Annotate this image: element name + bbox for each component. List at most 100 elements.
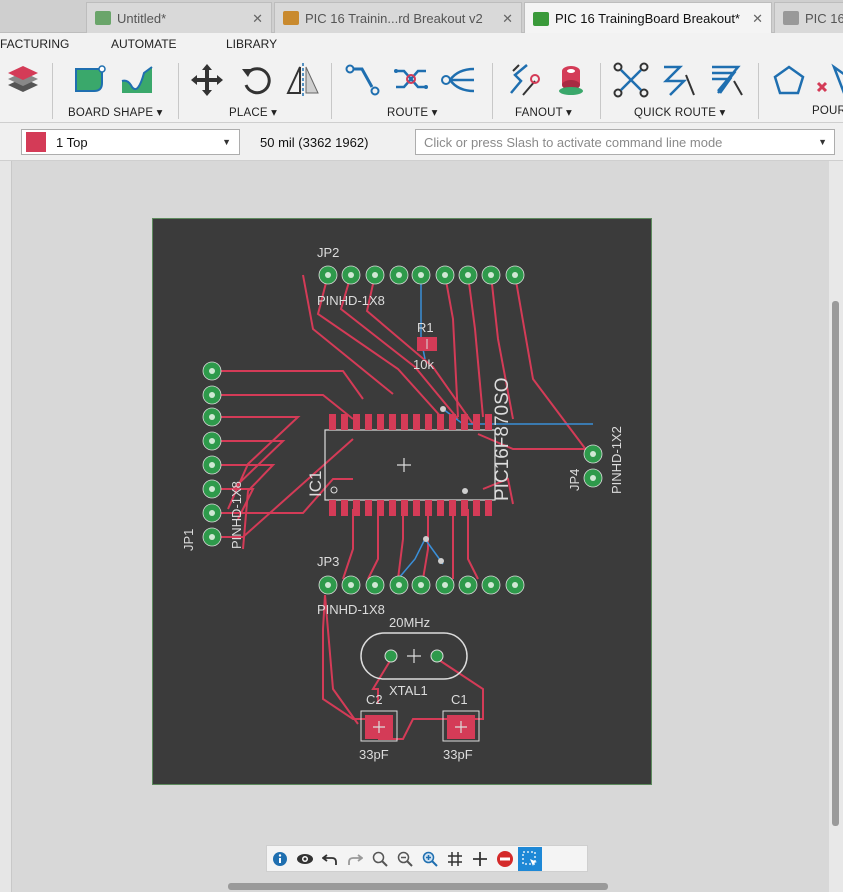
group-quick-route[interactable]: QUICK ROUTE ▾ — [634, 105, 725, 119]
navigation-toolbar — [266, 845, 588, 872]
layer-name: 1 Top — [56, 134, 88, 150]
xtal1-pad[interactable] — [430, 649, 444, 663]
grid-coordinate-readout: 50 mil (3362 1962) — [260, 135, 369, 150]
c1-value-label: 33pF — [443, 747, 473, 762]
toolbar-ribbon: FACTURING AUTOMATE LIBRARY BOARD SHAPE ▾ — [0, 33, 843, 123]
close-icon[interactable]: ✕ — [252, 11, 263, 27]
separator — [52, 63, 53, 119]
jp3-label: JP3 — [317, 554, 339, 569]
xtal1-label: XTAL1 — [389, 683, 428, 698]
xtal1-value-label: 20MHz — [389, 615, 430, 630]
group-place[interactable]: PLACE ▾ — [229, 105, 277, 119]
jp2-pads[interactable] — [318, 265, 525, 285]
separator — [331, 63, 332, 119]
quick-route-airwire-icon[interactable] — [612, 61, 650, 99]
board-canvas[interactable]: JP2 PINHD-1X8 R1 10k JP3 PINHD-1X8 20MHz… — [12, 161, 836, 892]
r1-value-label: 10k — [413, 357, 434, 372]
route-multiple-icon[interactable] — [392, 61, 430, 99]
jp1-part-label: PINHD-1X8 — [229, 481, 244, 549]
jp3-pads[interactable] — [318, 575, 525, 595]
jp4-pads[interactable] — [583, 444, 603, 488]
separator — [178, 63, 179, 119]
board-outline-icon[interactable] — [72, 61, 110, 99]
c1-label: C1 — [451, 692, 468, 707]
route-bus-icon[interactable] — [440, 61, 478, 99]
tab-label: PIC 16 TrainingBoard Breakout* — [555, 11, 740, 26]
mirror-icon[interactable] — [284, 61, 322, 99]
jp3-part-label: PINHD-1X8 — [317, 602, 385, 617]
tab-breakout-v2[interactable]: PIC 16 Trainin...rd Breakout v2 ✕ — [274, 2, 522, 33]
xtal1-pad[interactable] — [384, 649, 398, 663]
tab-label: PIC 16 — [805, 10, 843, 26]
layers-icon[interactable] — [4, 61, 42, 99]
menu-automate[interactable]: AUTOMATE — [111, 37, 177, 51]
menu-manufacturing[interactable]: FACTURING — [0, 37, 69, 51]
fanout-icon[interactable] — [505, 61, 543, 99]
c2-value-label: 33pF — [359, 747, 389, 762]
layer-dropdown[interactable]: 1 Top ▼ — [21, 129, 240, 155]
pcb-board[interactable]: JP2 PINHD-1X8 R1 10k JP3 PINHD-1X8 20MHz… — [152, 218, 652, 785]
document-tab-bar: Untitled* ✕ PIC 16 Trainin...rd Breakout… — [0, 0, 843, 34]
c1-capacitor[interactable] — [442, 710, 480, 742]
jp2-label: JP2 — [317, 245, 339, 260]
close-icon[interactable]: ✕ — [502, 11, 513, 27]
quick-route-signal-icon[interactable] — [660, 61, 698, 99]
close-icon[interactable]: ✕ — [752, 11, 763, 27]
c2-label: C2 — [366, 692, 383, 707]
chevron-down-icon: ▼ — [222, 137, 231, 147]
info-icon[interactable] — [268, 847, 292, 871]
group-fanout[interactable]: FANOUT ▾ — [515, 105, 572, 119]
eye-icon[interactable] — [293, 847, 317, 871]
route-manual-icon[interactable] — [344, 61, 382, 99]
cube-icon — [783, 11, 799, 25]
redo-icon[interactable] — [343, 847, 367, 871]
grid-icon[interactable] — [443, 847, 467, 871]
group-board-shape[interactable]: BOARD SHAPE ▾ — [68, 105, 163, 119]
via-stack-icon[interactable] — [552, 61, 590, 99]
group-pour[interactable]: POUR — [812, 105, 843, 117]
chevron-down-icon[interactable]: ▼ — [818, 137, 827, 147]
select-icon[interactable] — [518, 846, 542, 871]
ripup-polygon-icon[interactable] — [814, 61, 843, 99]
layer-color-swatch — [26, 132, 46, 152]
separator — [492, 63, 493, 119]
group-route[interactable]: ROUTE ▾ — [387, 105, 438, 119]
eagle-pcb-editor: Untitled* ✕ PIC 16 Trainin...rd Breakout… — [0, 0, 843, 892]
board-icon — [283, 11, 299, 25]
separator — [758, 63, 759, 119]
jp1-pads[interactable] — [202, 361, 222, 547]
jp1-label: JP1 — [181, 529, 196, 551]
move-icon[interactable] — [188, 61, 226, 99]
jp4-label: JP4 — [567, 469, 582, 491]
c2-capacitor[interactable] — [360, 710, 398, 742]
spline-icon[interactable] — [118, 61, 156, 99]
jp2-part-label: PINHD-1X8 — [317, 293, 385, 308]
undo-icon[interactable] — [318, 847, 342, 871]
quick-route-all-icon[interactable] — [708, 61, 746, 99]
polygon-icon[interactable] — [770, 61, 808, 99]
zoom-fit-icon[interactable] — [368, 847, 392, 871]
command-placeholder: Click or press Slash to activate command… — [424, 135, 723, 150]
tab-label: Untitled* — [117, 10, 167, 26]
zoom-out-icon[interactable] — [393, 847, 417, 871]
command-line-input[interactable]: Click or press Slash to activate command… — [415, 129, 835, 155]
pcb-drawing[interactable]: JP2 PINHD-1X8 R1 10k JP3 PINHD-1X8 20MHz… — [153, 219, 653, 786]
ic1-label: IC1 — [306, 471, 325, 497]
crosshair-icon[interactable] — [468, 847, 492, 871]
schematic-icon — [95, 11, 111, 25]
zoom-in-icon[interactable] — [418, 847, 442, 871]
rotate-icon[interactable] — [238, 61, 276, 99]
command-bar: 1 Top ▼ 50 mil (3362 1962) Click or pres… — [0, 123, 843, 161]
tab-breakout-active[interactable]: PIC 16 TrainingBoard Breakout* ✕ — [524, 2, 772, 34]
r1-label: R1 — [417, 320, 434, 335]
left-panel-collapsed[interactable] — [0, 161, 12, 892]
tab-untitled[interactable]: Untitled* ✕ — [86, 2, 272, 33]
vertical-scrollbar[interactable] — [829, 161, 843, 892]
menu-library[interactable]: LIBRARY — [226, 37, 277, 51]
ic-part-label: PIC16F870SO — [492, 377, 513, 501]
scroll-thumb[interactable] — [832, 301, 839, 826]
tab-3d[interactable]: PIC 16 — [774, 2, 843, 33]
horizontal-scrollbar[interactable] — [228, 883, 608, 890]
stop-icon[interactable] — [493, 847, 517, 871]
xtal-origin — [407, 649, 421, 663]
